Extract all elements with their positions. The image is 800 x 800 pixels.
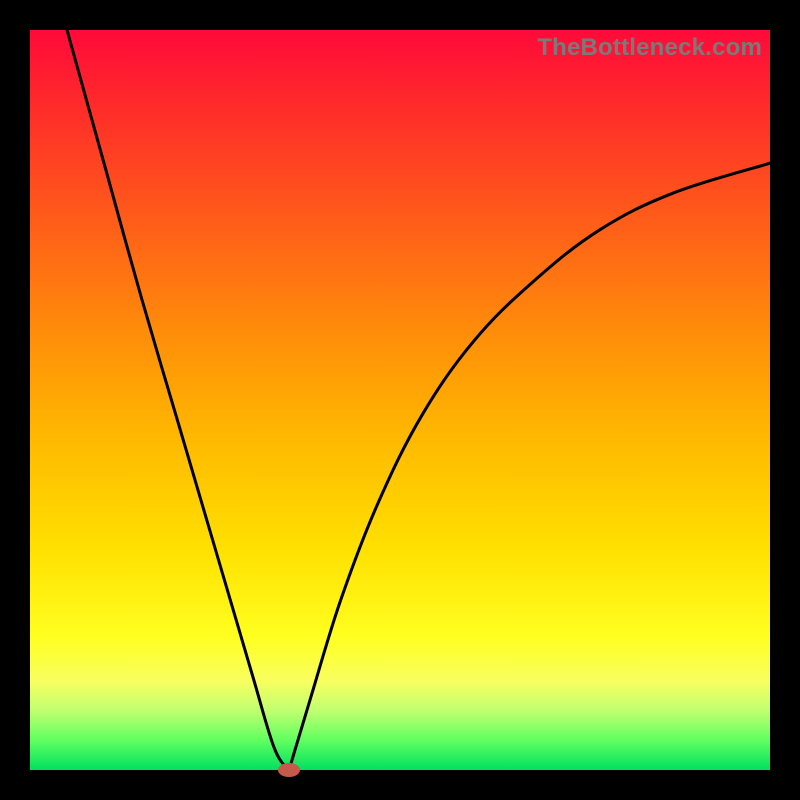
bottleneck-curve xyxy=(30,30,770,770)
chart-frame: TheBottleneck.com xyxy=(0,0,800,800)
optimum-marker xyxy=(278,763,300,777)
plot-area: TheBottleneck.com xyxy=(30,30,770,770)
curve-path-right xyxy=(289,163,770,770)
curve-path-left xyxy=(67,30,289,770)
